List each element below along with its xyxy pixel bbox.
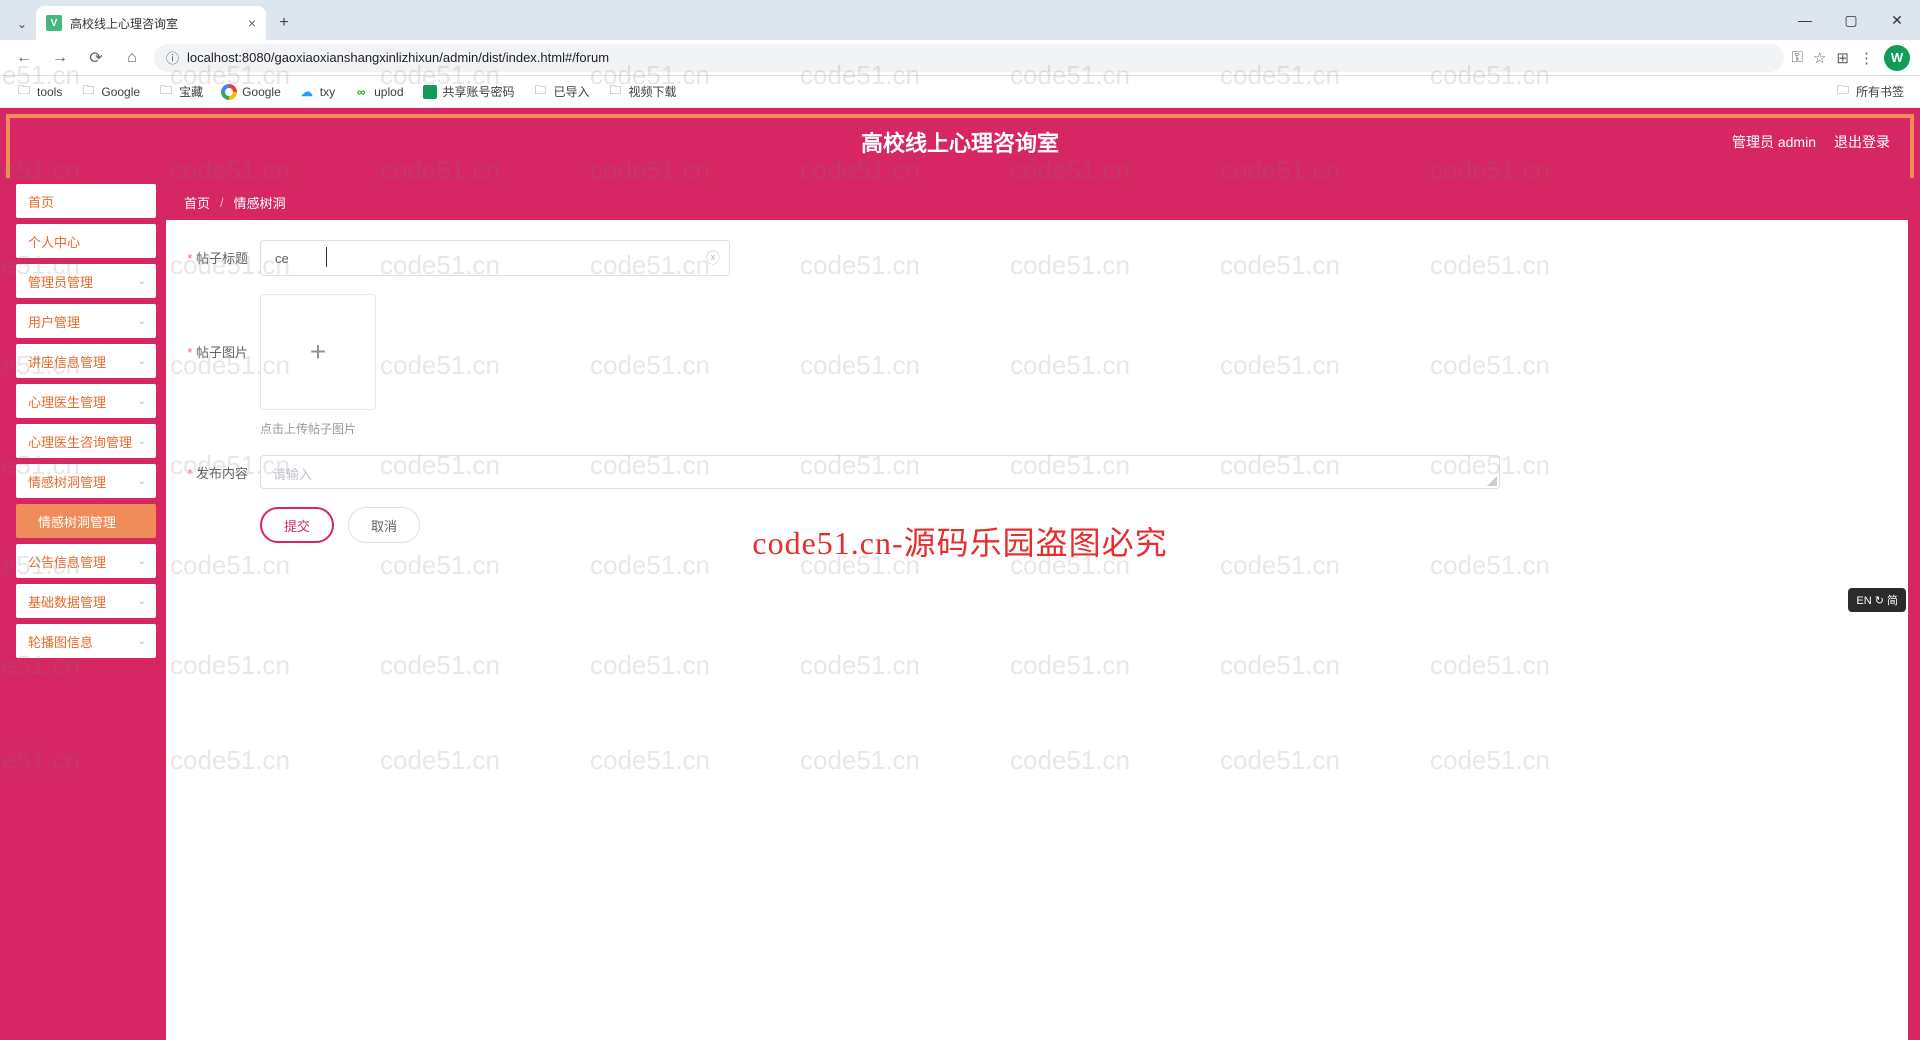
bookmark-imported[interactable]: 🗀已导入 [527, 79, 596, 104]
url-input[interactable]: ⓘ localhost:8080/gaoxiaoxianshangxinlizh… [154, 44, 1784, 72]
label-post-image: 帖子图片 [184, 294, 248, 361]
new-tab-button[interactable]: + [270, 9, 298, 37]
sidebar-item-user-mgmt[interactable]: 用户管理⌄ [16, 304, 156, 338]
text-cursor [326, 247, 327, 267]
chevron-down-icon: ⌄ [138, 316, 146, 327]
form-area: 帖子标题 ⓧ 帖子图片 + 点击 [166, 220, 1908, 563]
folder-icon: 🗀 [80, 84, 96, 100]
sidebar-item-home[interactable]: 首页 [16, 184, 156, 218]
chevron-down-icon: ⌄ [138, 356, 146, 367]
google-icon [221, 84, 237, 100]
breadcrumb-home[interactable]: 首页 [184, 193, 210, 212]
cloud-icon: ☁ [299, 84, 315, 100]
bookmark-treasure[interactable]: 🗀宝藏 [152, 79, 209, 104]
back-button[interactable]: ← [10, 44, 38, 72]
sidebar-item-doctor-mgmt[interactable]: 心理医生管理⌄ [16, 384, 156, 418]
chevron-down-icon: ⌄ [138, 276, 146, 287]
breadcrumb: 首页 / 情感树洞 [166, 184, 1908, 220]
breadcrumb-sep: / [220, 195, 224, 210]
bookmark-tools[interactable]: 🗀tools [10, 80, 68, 104]
browser-tab[interactable]: V 高校线上心理咨询室 × [36, 6, 266, 40]
current-user[interactable]: 管理员 admin [1732, 132, 1816, 152]
app-body: 首页 个人中心 管理员管理⌄ 用户管理⌄ 讲座信息管理⌄ 心理医生管理⌄ 心理医… [6, 178, 1914, 1040]
app-title: 高校线上心理咨询室 [861, 126, 1059, 158]
home-button[interactable]: ⌂ [118, 44, 146, 72]
address-bar: ← → ⟳ ⌂ ⓘ localhost:8080/gaoxiaoxianshan… [0, 40, 1920, 76]
extensions-icon[interactable]: ⊞ [1836, 49, 1849, 67]
cancel-button[interactable]: 取消 [348, 507, 420, 543]
bookmark-uplod[interactable]: ∞uplod [347, 80, 409, 104]
resize-handle-icon[interactable] [1487, 476, 1497, 486]
sidebar-item-admin-mgmt[interactable]: 管理员管理⌄ [16, 264, 156, 298]
chevron-down-icon: ⌄ [138, 596, 146, 607]
app-root: 高校线上心理咨询室 管理员 admin 退出登录 首页 个人中心 管理员管理⌄ … [0, 108, 1920, 1040]
favicon-icon: V [46, 15, 62, 31]
label-post-title: 帖子标题 [184, 240, 248, 267]
folder-icon: 🗀 [608, 84, 624, 100]
folder-icon: 🗀 [158, 84, 174, 100]
sheet-icon [422, 84, 438, 100]
tab-list-dropdown[interactable]: ⌄ [8, 8, 36, 40]
folder-icon: 🗀 [533, 84, 549, 100]
breadcrumb-current: 情感树洞 [234, 193, 286, 212]
key-icon[interactable]: ⚿ [1792, 49, 1803, 66]
browser-chrome: ⌄ V 高校线上心理咨询室 × + — ▢ ✕ ← → ⟳ ⌂ ⓘ localh… [0, 0, 1920, 108]
chevron-down-icon: ⌄ [138, 636, 146, 647]
menu-icon[interactable]: ⋮ [1859, 49, 1874, 67]
window-close[interactable]: ✕ [1874, 4, 1920, 36]
upload-icon: ∞ [353, 84, 369, 100]
sidebar-item-forum-parent[interactable]: 情感树洞管理⌄ [16, 464, 156, 498]
sidebar-item-forum-active[interactable]: 情感树洞管理 [16, 504, 156, 538]
sidebar-item-lecture-mgmt[interactable]: 讲座信息管理⌄ [16, 344, 156, 378]
sidebar-item-profile[interactable]: 个人中心 [16, 224, 156, 258]
bookmarks-bar: 🗀tools 🗀Google 🗀宝藏 Google ☁txy ∞uplod 共享… [0, 76, 1920, 108]
clear-input-icon[interactable]: ⓧ [706, 248, 720, 268]
sidebar-item-base-data-mgmt[interactable]: 基础数据管理⌄ [16, 584, 156, 618]
tab-title: 高校线上心理咨询室 [70, 15, 178, 32]
folder-icon: 🗀 [16, 84, 32, 100]
tab-close-icon[interactable]: × [248, 15, 256, 31]
bookmark-star-icon[interactable]: ☆ [1813, 49, 1826, 67]
window-controls: — ▢ ✕ [1782, 0, 1920, 40]
chevron-down-icon: ⌄ [138, 436, 146, 447]
submit-button[interactable]: 提交 [260, 507, 334, 543]
bookmark-shared-pw[interactable]: 共享账号密码 [416, 79, 521, 104]
sidebar-item-carousel-mgmt[interactable]: 轮播图信息⌄ [16, 624, 156, 658]
plus-icon: + [310, 336, 326, 368]
reload-button[interactable]: ⟳ [82, 44, 110, 72]
window-maximize[interactable]: ▢ [1828, 4, 1874, 36]
main-content: 首页 / 情感树洞 帖子标题 ⓧ 帖子图片 [166, 184, 1908, 1040]
image-uploader[interactable]: + [260, 294, 376, 410]
bookmark-txy[interactable]: ☁txy [293, 80, 341, 104]
chevron-down-icon: ⌄ [138, 476, 146, 487]
sidebar: 首页 个人中心 管理员管理⌄ 用户管理⌄ 讲座信息管理⌄ 心理医生管理⌄ 心理医… [6, 178, 166, 1040]
post-title-input[interactable] [260, 240, 730, 276]
sidebar-item-announce-mgmt[interactable]: 公告信息管理⌄ [16, 544, 156, 578]
chevron-down-icon: ⌄ [138, 556, 146, 567]
chevron-down-icon: ⌄ [138, 396, 146, 407]
bookmark-all[interactable]: 🗀所有书签 [1829, 79, 1910, 104]
bookmark-google-folder[interactable]: 🗀Google [74, 80, 146, 104]
window-minimize[interactable]: — [1782, 4, 1828, 36]
folder-icon: 🗀 [1835, 84, 1851, 100]
bookmark-google[interactable]: Google [215, 80, 287, 104]
upload-hint: 点击上传帖子图片 [260, 420, 376, 437]
url-text: localhost:8080/gaoxiaoxianshangxinlizhix… [187, 50, 609, 65]
logout-link[interactable]: 退出登录 [1834, 132, 1890, 152]
label-post-content: 发布内容 [184, 455, 248, 482]
forward-button[interactable]: → [46, 44, 74, 72]
app-header: 高校线上心理咨询室 管理员 admin 退出登录 [10, 118, 1910, 166]
tab-bar: ⌄ V 高校线上心理咨询室 × + — ▢ ✕ [0, 0, 1920, 40]
address-bar-right: ⚿ ☆ ⊞ ⋮ W [1792, 45, 1910, 71]
profile-avatar[interactable]: W [1884, 45, 1910, 71]
ime-indicator[interactable]: EN ↻ 简 [1848, 588, 1906, 612]
site-info-icon[interactable]: ⓘ [166, 48, 179, 67]
bookmark-video-dl[interactable]: 🗀视频下载 [602, 79, 683, 104]
sidebar-item-doctor-consult-mgmt[interactable]: 心理医生咨询管理⌄ [16, 424, 156, 458]
post-content-textarea[interactable]: 请输入 [260, 455, 1500, 489]
